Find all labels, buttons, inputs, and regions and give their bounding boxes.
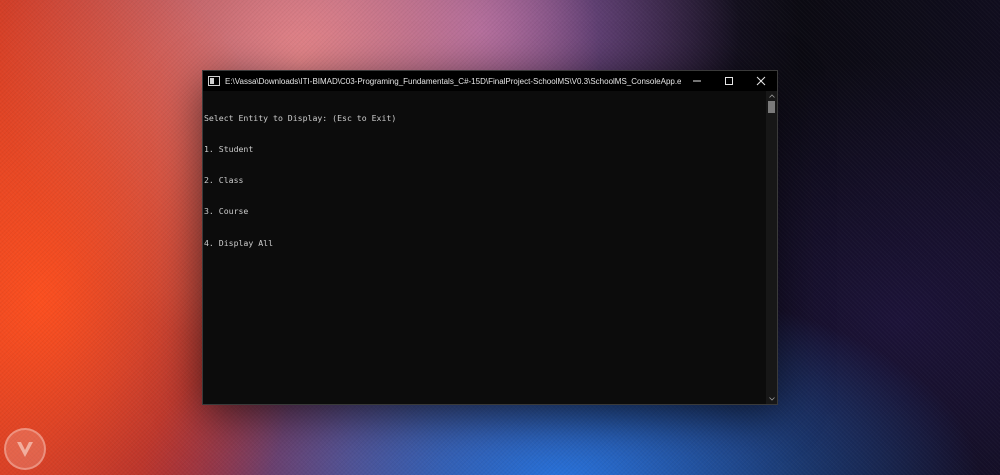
title-bar[interactable]: E:\Vassa\Downloads\ITI-BIMAD\C03-Program… [203,71,777,91]
console-line-option-course: 3. Course [204,206,249,217]
window-title: E:\Vassa\Downloads\ITI-BIMAD\C03-Program… [225,76,681,86]
console-line-option-display-all: 4. Display All [204,237,274,248]
console-window[interactable]: E:\Vassa\Downloads\ITI-BIMAD\C03-Program… [203,71,777,404]
console-client-area: Select Entity to Display: (Esc to Exit) … [203,91,777,404]
scroll-up-button[interactable] [766,91,777,101]
v-logo-icon [17,442,33,457]
desktop-background: E:\Vassa\Downloads\ITI-BIMAD\C03-Program… [0,0,1000,475]
chevron-up-icon [768,94,775,98]
console-line-option-student: 1. Student [204,144,254,155]
scroll-thumb[interactable] [768,101,775,113]
maximize-button[interactable] [713,71,745,91]
console-output[interactable]: Select Entity to Display: (Esc to Exit) … [203,91,766,404]
minimize-icon [693,80,701,82]
window-controls [681,71,777,91]
watermark-logo [4,428,46,470]
console-line-prompt: Select Entity to Display: (Esc to Exit) [204,112,397,123]
maximize-icon [725,77,733,85]
chevron-down-icon [768,397,775,401]
console-line-option-class: 2. Class [204,175,244,186]
minimize-button[interactable] [681,71,713,91]
close-icon [756,76,766,86]
scroll-down-button[interactable] [766,394,777,404]
vertical-scrollbar[interactable] [766,91,777,404]
console-app-icon[interactable] [208,76,220,86]
close-button[interactable] [745,71,777,91]
